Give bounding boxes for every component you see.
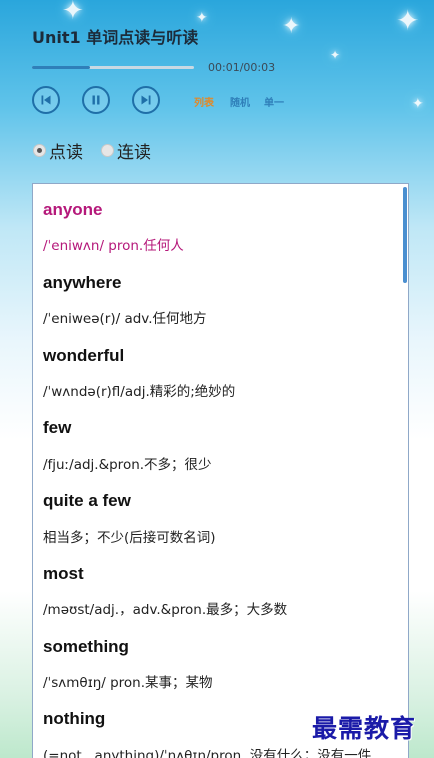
pause-button[interactable] — [82, 86, 110, 114]
word-definition[interactable]: /ˈeniwʌn/ pron.任何人 — [43, 228, 396, 264]
word-item[interactable]: anywhere — [43, 265, 396, 301]
radio-button-unselected[interactable] — [101, 144, 114, 157]
word-item[interactable]: quite a few — [43, 483, 396, 519]
read-mode-label: 连读 — [117, 143, 151, 163]
page-title: Unit1 单词点读与听读 — [32, 28, 199, 47]
word-definition[interactable]: /fjuː/adj.&pron.不多；很少 — [43, 447, 396, 483]
word-item[interactable]: most — [43, 556, 396, 592]
watermark-logo: 最需教育 — [312, 714, 417, 743]
skip-next-icon — [141, 95, 151, 105]
read-mode-label: 点读 — [49, 143, 83, 163]
word-item[interactable]: anyone — [43, 192, 396, 228]
mode-random-button[interactable]: 随机 — [230, 94, 250, 109]
word-definition[interactable]: /məʊst/adj.，adv.&pron.最多；大多数 — [43, 592, 396, 628]
word-list-panel[interactable]: anyone /ˈeniwʌn/ pron.任何人 anywhere /ˈeni… — [32, 183, 409, 758]
word-definition[interactable]: /ˈwʌndə(r)fl/adj.精彩的;绝妙的 — [43, 374, 396, 410]
word-item[interactable]: something — [43, 629, 396, 665]
skip-previous-icon — [41, 95, 51, 105]
progress-fill — [32, 66, 91, 69]
word-item[interactable]: wonderful — [43, 338, 396, 374]
playback-time: 00:01/00:03 — [208, 61, 276, 74]
read-mode-point[interactable]: 点读 — [33, 138, 83, 163]
word-item[interactable]: few — [43, 410, 396, 446]
read-mode-continuous[interactable]: 连读 — [101, 138, 151, 163]
radio-button-selected[interactable] — [33, 144, 46, 157]
sparkle-decoration: ✦ — [330, 48, 341, 62]
next-button[interactable] — [132, 86, 160, 114]
sparkle-decoration: ✦ — [62, 0, 84, 26]
word-definition[interactable]: /ˈeniweə(r)/ adv.任何地方 — [43, 301, 396, 337]
sparkle-decoration: ✦ — [282, 14, 301, 39]
previous-button[interactable] — [32, 86, 60, 114]
word-definition[interactable]: 相当多；不少(后接可数名词) — [43, 520, 396, 556]
mode-single-button[interactable]: 单一 — [264, 94, 284, 109]
scrollbar[interactable] — [403, 187, 407, 283]
pause-icon — [92, 95, 100, 105]
sparkle-decoration: ✦ — [412, 96, 424, 112]
mode-list-button[interactable]: 列表 — [194, 94, 214, 109]
playback-progress-bar[interactable] — [32, 66, 194, 69]
sparkle-decoration: ✦ — [396, 4, 420, 37]
word-definition[interactable]: /ˈsʌmθɪŋ/ pron.某事；某物 — [43, 665, 396, 701]
